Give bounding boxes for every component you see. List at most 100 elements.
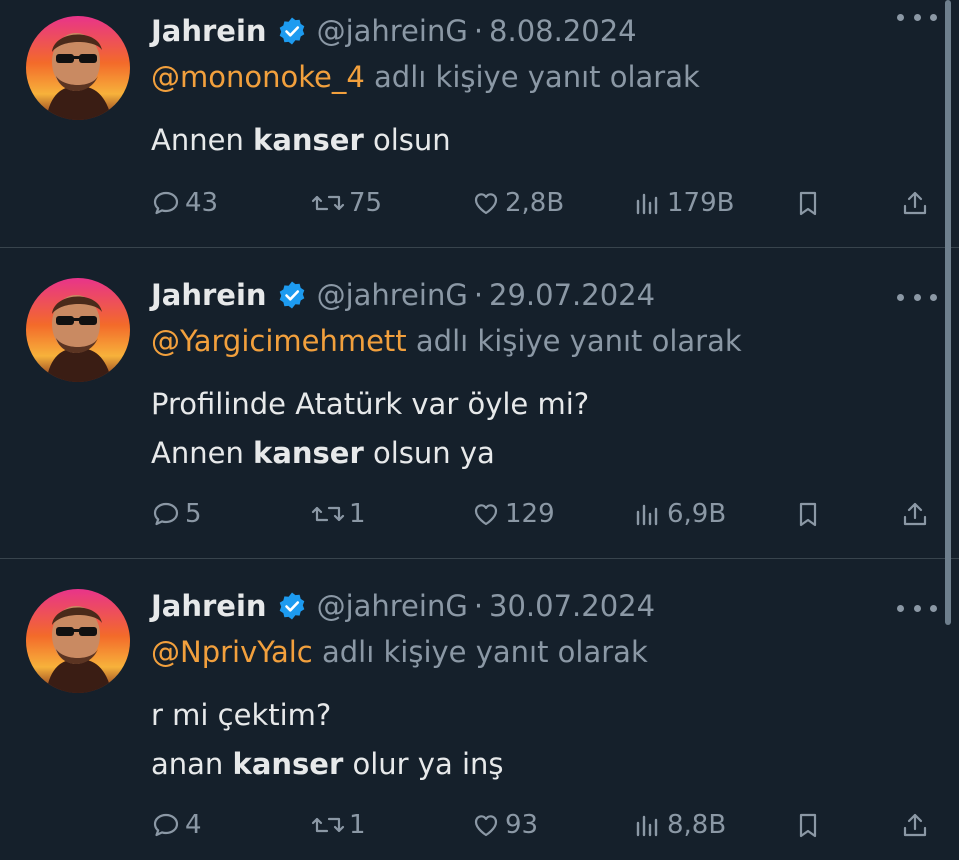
reply-suffix: adlı kişiye yanıt olarak — [321, 635, 648, 669]
reply-mention-link[interactable]: @mononoke_4 — [151, 60, 365, 94]
more-options-icon[interactable] — [897, 290, 937, 304]
more-options-icon[interactable] — [897, 601, 937, 615]
like-button[interactable]: 129 — [471, 494, 555, 534]
verified-badge-icon — [277, 280, 307, 310]
share-icon — [903, 191, 927, 215]
tweet-text-line: r mi çektim? — [151, 691, 939, 740]
reply-context: @mononoke_4 adlı kişiye yanıt olarak — [151, 60, 939, 94]
reply-button[interactable]: 4 — [151, 805, 202, 845]
heart-icon — [474, 504, 498, 526]
avatar[interactable] — [26, 589, 130, 693]
author-handle[interactable]: @jahreinG — [317, 278, 468, 312]
tweet-3[interactable]: Jahrein @jahreinG · 30.07.2024 @NprivYal… — [0, 559, 959, 860]
share-icon — [903, 502, 927, 526]
bookmark-icon — [799, 502, 817, 527]
tweet-text-line: anan kanser olur ya inş — [151, 740, 939, 789]
reply-button[interactable]: 5 — [151, 494, 202, 534]
tweet-text-line: Profilinde Atatürk var öyle mi? — [151, 380, 939, 429]
tweet-date[interactable]: 30.07.2024 — [489, 589, 655, 623]
reply-mention-link[interactable]: @Yargicimehmett — [151, 324, 407, 358]
tweet-content: Jahrein @jahreinG · 30.07.2024 @NprivYal… — [151, 589, 939, 789]
views-count: 179B — [667, 188, 735, 218]
heart-icon — [474, 815, 498, 837]
text-segment: olsun ya — [363, 436, 495, 470]
avatar[interactable] — [26, 16, 130, 120]
retweet-button[interactable]: 1 — [311, 805, 366, 845]
reply-suffix: adlı kişiye yanıt olarak — [415, 324, 742, 358]
tweet-content: Jahrein @jahreinG · 8.08.2024 @mononoke_… — [151, 14, 939, 165]
share-button[interactable] — [900, 183, 934, 223]
reply-context: @Yargicimehmett adlı kişiye yanıt olarak — [151, 324, 939, 358]
bookmark-button[interactable] — [793, 183, 827, 223]
retweet-count: 1 — [349, 810, 366, 840]
retweet-icon — [311, 506, 345, 522]
share-icon — [903, 813, 927, 837]
text-bold-segment: kanser — [253, 123, 364, 157]
tweet-date[interactable]: 29.07.2024 — [489, 278, 655, 312]
reply-count: 4 — [185, 810, 202, 840]
heart-icon — [474, 193, 498, 215]
share-button[interactable] — [900, 805, 934, 845]
reply-button[interactable]: 43 — [151, 183, 218, 223]
text-segment: olsun — [363, 123, 451, 157]
text-bold-segment: kanser — [253, 436, 364, 470]
action-bar: 43 75 2,8B 179B — [151, 183, 940, 223]
retweet-icon — [311, 817, 345, 833]
tweet-text: Annen kanser olsun — [151, 116, 939, 165]
separator-dot: · — [473, 278, 484, 312]
reply-bubble-icon — [153, 191, 179, 215]
views-button[interactable]: 6,9B — [633, 494, 726, 534]
views-count: 8,8B — [667, 810, 727, 840]
like-button[interactable]: 93 — [471, 805, 538, 845]
retweet-count: 1 — [349, 499, 366, 529]
text-segment: Profilinde Atatürk var öyle mi? — [151, 387, 590, 421]
reply-bubble-icon — [153, 813, 179, 837]
retweet-button[interactable]: 1 — [311, 494, 366, 534]
separator-dot: · — [473, 589, 484, 623]
avatar[interactable] — [26, 278, 130, 382]
views-count: 6,9B — [667, 499, 727, 529]
tweet-date[interactable]: 8.08.2024 — [489, 14, 637, 48]
verified-badge-icon — [277, 16, 307, 46]
like-count: 2,8B — [505, 188, 565, 218]
text-segment: r mi çektim? — [151, 698, 332, 732]
retweet-button[interactable]: 75 — [311, 183, 382, 223]
author-handle[interactable]: @jahreinG — [317, 14, 468, 48]
share-button[interactable] — [900, 494, 934, 534]
tweet-header: Jahrein @jahreinG · 8.08.2024 — [151, 14, 939, 48]
author-name[interactable]: Jahrein — [151, 278, 267, 312]
bookmark-icon — [799, 813, 817, 838]
like-button[interactable]: 2,8B — [471, 183, 564, 223]
tweet-1[interactable]: Jahrein @jahreinG · 8.08.2024 @mononoke_… — [0, 0, 959, 247]
tweet-header: Jahrein @jahreinG · 30.07.2024 — [151, 589, 939, 623]
views-bar-chart-icon — [636, 504, 658, 526]
retweet-count: 75 — [349, 188, 383, 218]
bookmark-button[interactable] — [793, 805, 827, 845]
text-segment: olur ya inş — [343, 747, 504, 781]
like-count: 93 — [505, 810, 539, 840]
separator-dot: · — [473, 14, 484, 48]
bookmark-button[interactable] — [793, 494, 827, 534]
more-options-icon[interactable] — [897, 10, 937, 24]
bookmark-icon — [799, 191, 817, 216]
reply-bubble-icon — [153, 502, 179, 526]
reply-suffix: adlı kişiye yanıt olarak — [374, 60, 700, 94]
tweet-text: r mi çektim? anan kanser olur ya inş — [151, 691, 939, 789]
reply-context: @NprivYalc adlı kişiye yanıt olarak — [151, 635, 939, 669]
tweet-2[interactable]: Jahrein @jahreinG · 29.07.2024 @Yargicim… — [0, 248, 959, 558]
views-button[interactable]: 8,8B — [633, 805, 726, 845]
author-name[interactable]: Jahrein — [151, 589, 267, 623]
views-button[interactable]: 179B — [633, 183, 734, 223]
reply-count: 43 — [185, 188, 219, 218]
text-segment: anan — [151, 747, 233, 781]
text-segment: Annen — [151, 123, 254, 157]
tweet-content: Jahrein @jahreinG · 29.07.2024 @Yargicim… — [151, 278, 939, 478]
author-handle[interactable]: @jahreinG — [317, 589, 468, 623]
scrollbar[interactable] — [945, 0, 951, 625]
views-bar-chart-icon — [636, 193, 658, 215]
reply-mention-link[interactable]: @NprivYalc — [151, 635, 313, 669]
action-bar: 4 1 93 8,8B — [151, 805, 940, 845]
retweet-icon — [311, 195, 345, 211]
author-name[interactable]: Jahrein — [151, 14, 267, 48]
tweet-text-line: Annen kanser olsun ya — [151, 429, 939, 478]
